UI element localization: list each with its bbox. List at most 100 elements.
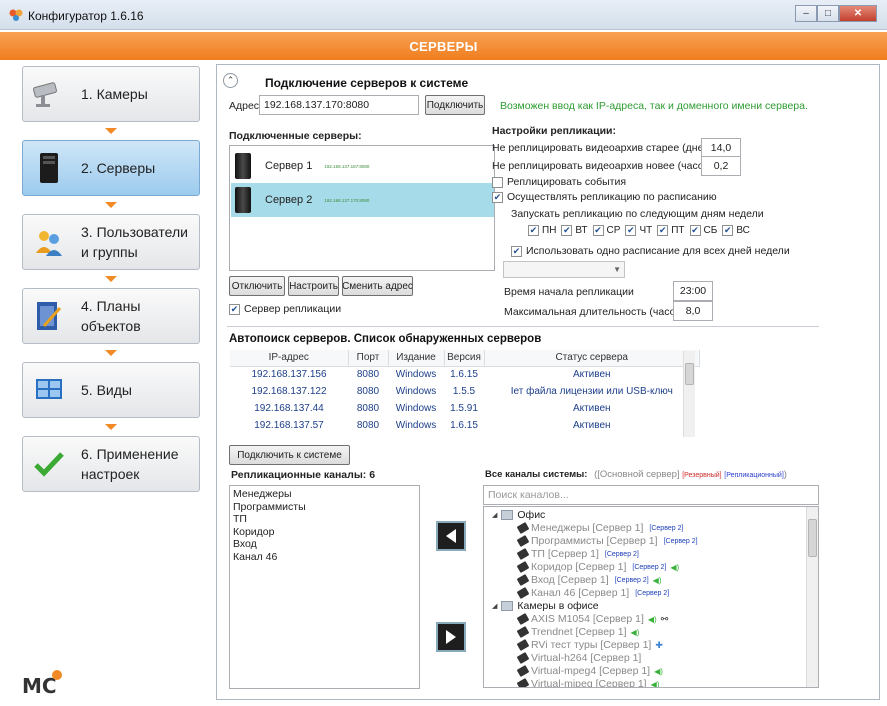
cell-ip: 192.168.137.57 — [254, 420, 324, 431]
col-ip[interactable]: IP-адрес — [230, 350, 349, 367]
cell-ip: 192.168.137.122 — [251, 386, 327, 397]
step-label: 6. Применение настроек — [81, 446, 179, 482]
step-plans[interactable]: 4. Планы объектов — [22, 288, 200, 344]
tree-item[interactable]: Коридор [Сервер 1] [Сервер 2] ◀) — [516, 561, 679, 573]
col-status[interactable]: Статус сервера — [484, 350, 700, 367]
day-checkbox[interactable]: ✔ ВТ — [561, 225, 588, 236]
schedule-select[interactable]: ▼ — [503, 261, 625, 278]
single-schedule-checkbox[interactable]: ✔ Использовать одно расписание для всех … — [511, 245, 790, 257]
channel-search-input[interactable]: Поиск каналов... — [483, 485, 819, 505]
list-item[interactable]: ТП — [230, 513, 419, 526]
address-label: Адрес — [229, 100, 260, 112]
tree-item-replica: [Сервер 2] — [604, 550, 639, 558]
schedule-checkbox[interactable]: ✔ Осуществлять репликацию по расписанию — [492, 191, 717, 203]
step-servers[interactable]: 2. Серверы — [22, 140, 200, 196]
camera-icon — [31, 76, 67, 112]
connect-title: Подключение серверов к системе — [265, 76, 469, 90]
checkbox-mark — [492, 176, 503, 188]
disconnect-button[interactable]: Отключить — [229, 276, 285, 296]
ptz-icon: ✚ — [655, 639, 663, 650]
tree-group-office[interactable]: ◢ Офис — [492, 509, 545, 521]
table-row[interactable]: 192.168.137.44 8080 Windows 1.5.91 Активен — [230, 400, 700, 417]
table-row[interactable]: 192.168.137.156 8080 Windows 1.6.15 Активен — [230, 366, 700, 383]
users-icon — [31, 224, 67, 260]
logo-dot — [52, 670, 62, 680]
day-checkbox[interactable]: ✔ СР — [592, 225, 620, 236]
separator — [227, 326, 819, 327]
tree-item[interactable]: Программисты [Сервер 1] [Сервер 2] — [516, 535, 698, 547]
tree-scrollbar[interactable] — [806, 507, 818, 687]
cell-status: Активен — [572, 420, 611, 431]
tree-item[interactable]: Менеджеры [Сервер 1] [Сервер 2] — [516, 522, 684, 534]
table-row[interactable]: 192.168.137.122 8080 Windows 1.5.5 Іет файла… — [230, 383, 700, 400]
step-apply[interactable]: 6. Применение настроек — [22, 436, 200, 492]
checkmark-icon — [31, 446, 67, 482]
minimize-button[interactable]: – — [795, 5, 817, 22]
day-checkbox[interactable]: ✔ ПН — [528, 225, 556, 236]
col-edition[interactable]: Издание — [388, 350, 445, 367]
start-time-input[interactable]: 23:00 — [673, 281, 713, 301]
checkbox-mark: ✔ — [689, 225, 701, 236]
table-scrollbar[interactable] — [683, 351, 695, 437]
checkbox-label: Использовать одно расписание для всех дн… — [526, 245, 790, 257]
remove-channel-button[interactable] — [436, 622, 466, 652]
checkbox-mark: ✔ — [528, 225, 539, 236]
newer-hours-input[interactable]: 0,2 — [701, 156, 741, 176]
step-arrow — [105, 202, 117, 208]
server-row[interactable]: Сервер 1 192.168.137.167:8080 — [231, 149, 494, 183]
tree-item-replica: [Сервер 2] — [635, 589, 670, 597]
list-item[interactable]: Коридор — [230, 526, 419, 539]
step-users[interactable]: 3. Пользователи и группы — [22, 214, 200, 270]
tree-item[interactable]: Virtual-h264 [Сервер 1] — [516, 652, 641, 664]
maximize-button[interactable]: □ — [817, 5, 839, 22]
cell-port: 8080 — [356, 386, 380, 397]
tree-item[interactable]: Вход [Сервер 1] [Сервер 2] ◀) — [516, 574, 662, 586]
tree-item[interactable]: Virtual-mjpeg [Сервер 1] ◀) — [516, 678, 659, 687]
change-address-button[interactable]: Сменить адрес — [342, 276, 413, 296]
tree-item[interactable]: Virtual-mpeg4 [Сервер 1] ◀) — [516, 665, 663, 677]
configure-button[interactable]: Настроить — [288, 276, 339, 296]
table-row[interactable]: 192.168.137.57 8080 Windows 1.6.15 Активен — [230, 417, 700, 434]
day-checkbox[interactable]: ✔ ПТ — [657, 225, 685, 236]
connect-to-system-button[interactable]: Подключить к системе — [229, 445, 350, 465]
step-cameras[interactable]: 1. Камеры — [22, 66, 200, 122]
camera-icon — [516, 587, 530, 599]
day-checkbox[interactable]: ✔ ВС — [722, 225, 750, 236]
connected-title: Подключенные серверы: — [229, 130, 362, 142]
server-row-selected[interactable]: Сервер 2 192.168.137.170:8080 — [231, 183, 494, 217]
address-input[interactable]: 192.168.137.170:8080 — [259, 95, 419, 115]
scrollbar-thumb[interactable] — [685, 363, 694, 385]
replicate-events-checkbox[interactable]: Реплицировать события — [492, 176, 626, 188]
camera-icon — [516, 548, 530, 560]
step-views[interactable]: 5. Виды — [22, 362, 200, 418]
tree-item[interactable]: AXIS M1054 [Сервер 1] ◀) ⚯ — [516, 613, 668, 625]
legend-replication: [Репликационный] — [724, 472, 784, 479]
close-button[interactable]: ✕ — [839, 5, 877, 22]
tree-item[interactable]: RVi тест туры [Сервер 1] ✚ — [516, 639, 663, 651]
camera-icon — [516, 626, 530, 638]
collapse-icon[interactable]: ⌃ — [223, 73, 238, 88]
tree-item[interactable]: Канал 46 [Сервер 1] [Сервер 2] — [516, 587, 670, 599]
days-label: Запускать репликацию по следующим дням н… — [511, 208, 764, 220]
tree-group-office-cameras[interactable]: ◢ Камеры в офисе — [492, 600, 599, 612]
tree-item[interactable]: Trendnet [Сервер 1] ◀) — [516, 626, 639, 638]
col-port[interactable]: Порт — [348, 350, 389, 367]
replication-channels-title: Репликационные каналы: — [231, 469, 367, 481]
tree-item-replica: [Сервер 2] — [649, 524, 684, 532]
tree-item[interactable]: ТП [Сервер 1] [Сервер 2] — [516, 548, 639, 560]
day-checkbox[interactable]: ✔ ЧТ — [625, 225, 652, 236]
start-time-label: Время начала репликации — [504, 286, 634, 298]
day-checkbox[interactable]: ✔ СБ — [689, 225, 717, 236]
list-item[interactable]: Программисты — [230, 501, 419, 514]
cell-status: Активен — [572, 369, 611, 381]
max-duration-input[interactable]: 8,0 — [673, 301, 713, 321]
older-days-input[interactable]: 14,0 — [701, 138, 741, 158]
col-version[interactable]: Версия — [444, 350, 485, 367]
replication-server-checkbox[interactable]: ✔ Сервер репликации — [229, 303, 341, 315]
list-item[interactable]: Менеджеры — [230, 488, 419, 501]
scrollbar-thumb[interactable] — [808, 519, 817, 557]
add-channel-button[interactable] — [436, 521, 466, 551]
list-item[interactable]: Канал 46 — [230, 551, 419, 564]
connect-button[interactable]: Подключить — [425, 95, 485, 115]
list-item[interactable]: Вход — [230, 538, 419, 551]
